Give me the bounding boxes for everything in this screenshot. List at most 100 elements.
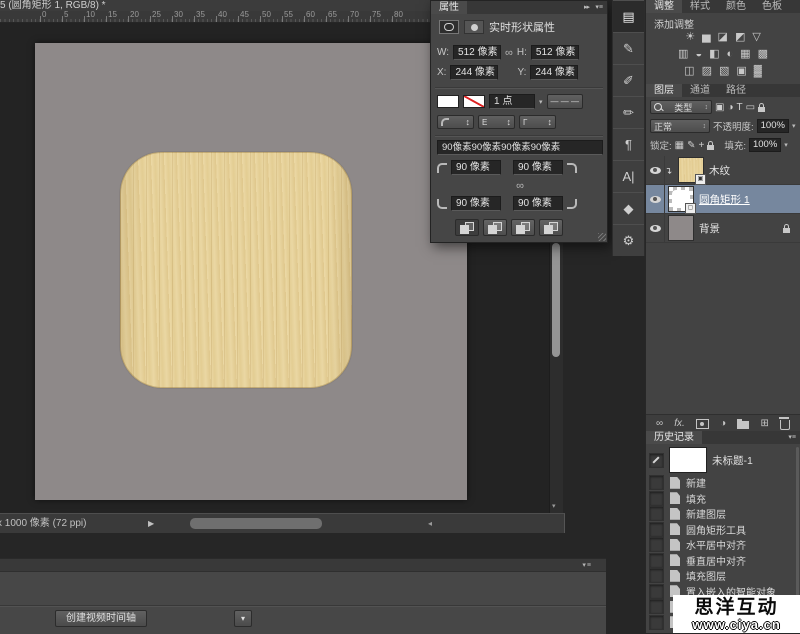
radius-summary-field[interactable]: 90像素90像素90像素90像素 xyxy=(437,140,603,155)
stroke-corners-dropdown[interactable]: Γ ↕ xyxy=(519,115,556,129)
history-source-checkbox[interactable] xyxy=(649,506,664,522)
panel-resize-grip[interactable] xyxy=(598,233,606,241)
tab-layers[interactable]: 图层 xyxy=(646,84,682,97)
height-field[interactable]: 512 像素 xyxy=(530,45,579,60)
layer-visibility-cell[interactable] xyxy=(646,185,665,213)
layer-thumbnail[interactable]: ▣ xyxy=(679,158,706,185)
selective-color-icon[interactable]: ▣ xyxy=(736,64,746,78)
tab-paths[interactable]: 路径 xyxy=(718,84,754,97)
filter-type-layers-icon[interactable]: T xyxy=(737,102,743,113)
color-balance-icon[interactable]: ◒ xyxy=(695,47,702,61)
paragraph-panel-icon[interactable]: ¶ xyxy=(613,128,644,160)
history-step-row[interactable]: 圆角矩形工具 xyxy=(646,521,800,538)
3d-panel-icon[interactable]: ◆ xyxy=(613,192,644,224)
x-field[interactable]: 244 像素 xyxy=(450,65,499,80)
width-field[interactable]: 512 像素 xyxy=(453,45,502,60)
create-video-timeline-button[interactable]: 创建视频时间轴 xyxy=(55,610,147,627)
opacity-value[interactable]: 100% xyxy=(756,119,789,133)
radius-bl-field[interactable]: 90 像素 xyxy=(451,196,501,211)
radius-tl-field[interactable]: 90 像素 xyxy=(451,160,501,175)
layer-row[interactable]: ↵ ▣ 木纹 xyxy=(646,156,800,185)
exposure-icon[interactable]: ◩ xyxy=(735,30,745,44)
history-brush-source-icon[interactable] xyxy=(649,452,664,468)
vertical-scrollbar-thumb[interactable] xyxy=(552,243,560,357)
threshold-icon[interactable]: ▧ xyxy=(719,64,729,78)
layer-visibility-cell[interactable] xyxy=(646,214,665,242)
history-source-checkbox[interactable] xyxy=(649,568,664,584)
history-step-row[interactable]: 填充 xyxy=(646,490,800,507)
timeline-panel-icon[interactable]: ⚙ xyxy=(613,224,644,256)
layer-thumbnail[interactable]: ▢ xyxy=(669,187,696,214)
history-source-checkbox[interactable] xyxy=(649,614,664,630)
curves-icon[interactable]: ◪ xyxy=(718,30,728,44)
levels-icon[interactable]: ▅ xyxy=(702,30,710,44)
radius-br-field[interactable]: 90 像素 xyxy=(513,196,563,211)
status-play-icon[interactable]: ▶ xyxy=(148,514,154,533)
history-step-row[interactable]: 水平居中对齐 xyxy=(646,537,800,553)
eye-icon[interactable] xyxy=(649,166,661,174)
pathfinder-subtract-button[interactable] xyxy=(511,219,535,236)
opacity-dropdown-icon[interactable]: ▾ xyxy=(792,122,796,130)
tab-styles[interactable]: 样式 xyxy=(682,0,718,13)
tool-presets-icon[interactable]: ✐ xyxy=(613,64,644,96)
layer-thumbnail[interactable] xyxy=(669,216,693,240)
character-panel-icon[interactable]: A| xyxy=(613,160,644,192)
history-menu-icon[interactable]: ▾≡ xyxy=(788,433,796,441)
photo-filter-icon[interactable]: ◐ xyxy=(727,47,734,61)
history-step-row[interactable]: 填充图层 xyxy=(646,568,800,584)
lock-all-icon[interactable] xyxy=(707,140,715,150)
pathfinder-combine-button[interactable] xyxy=(483,219,507,236)
gradient-map-icon[interactable]: ▓ xyxy=(754,64,762,78)
layer-style-fx-icon[interactable]: fx. xyxy=(674,415,685,433)
history-source-checkbox[interactable] xyxy=(649,490,664,506)
history-source-checkbox[interactable] xyxy=(649,552,664,568)
layer-visibility-cell[interactable] xyxy=(646,156,665,184)
tab-color[interactable]: 颜色 xyxy=(718,0,754,13)
vibrance-icon[interactable]: ▽ xyxy=(752,30,760,44)
invert-icon[interactable]: ◫ xyxy=(684,64,694,78)
history-source-checkbox[interactable] xyxy=(649,583,664,599)
link-radius-icon[interactable]: ∞ xyxy=(516,180,524,192)
mask-properties-icon[interactable] xyxy=(464,20,484,34)
document-canvas[interactable] xyxy=(35,43,467,500)
collapse-panel-icon[interactable]: ▸▸ xyxy=(584,3,590,11)
lock-pixels-icon[interactable]: ✎ xyxy=(687,140,695,151)
tab-swatches[interactable]: 色板 xyxy=(754,0,790,13)
delete-layer-icon[interactable] xyxy=(778,417,790,430)
layer-name[interactable]: 背景 xyxy=(699,221,720,236)
tab-channels[interactable]: 通道 xyxy=(682,84,718,97)
history-step-row[interactable]: 垂直居中对齐 xyxy=(646,552,800,569)
layer-row[interactable]: ▢ 圆角矩形 1 xyxy=(646,185,800,214)
wood-rounded-rectangle-shape[interactable] xyxy=(120,152,352,388)
link-wh-icon[interactable]: ∞ xyxy=(505,47,513,59)
layer-row[interactable]: 背景 xyxy=(646,214,800,243)
horizontal-scrollbar-thumb[interactable] xyxy=(190,518,322,529)
brush-presets-icon[interactable]: ✎ xyxy=(613,32,644,64)
new-layer-icon[interactable]: ⊞ xyxy=(760,415,768,433)
color-lookup-icon[interactable]: ▩ xyxy=(758,47,768,61)
posterize-icon[interactable]: ▨ xyxy=(702,64,712,78)
brightness-contrast-icon[interactable]: ☀ xyxy=(685,30,695,44)
history-step-row[interactable]: 新建 xyxy=(646,475,800,491)
link-layers-icon[interactable]: ∞ xyxy=(656,415,663,433)
shape-properties-icon[interactable] xyxy=(439,20,459,34)
channel-mixer-icon[interactable]: ▦ xyxy=(740,47,750,61)
stroke-caps-dropdown[interactable]: E ↕ xyxy=(478,115,515,129)
fill-color-swatch[interactable] xyxy=(437,95,459,108)
scroll-right-arrow-icon[interactable]: ◂ xyxy=(428,514,432,533)
properties-panel-icon[interactable]: ▤ xyxy=(613,0,644,32)
radius-tr-field[interactable]: 90 像素 xyxy=(513,160,563,175)
stroke-align-dropdown[interactable]: ↕ xyxy=(437,115,474,129)
new-group-icon[interactable] xyxy=(737,418,750,429)
history-snapshot-row[interactable]: 未标题-1 xyxy=(646,445,800,475)
new-adjustment-layer-icon[interactable]: ◑ xyxy=(720,415,726,433)
y-field[interactable]: 244 像素 xyxy=(530,65,579,80)
scroll-down-arrow-icon[interactable]: ▾ xyxy=(552,502,556,510)
lock-position-icon[interactable]: + xyxy=(698,140,704,151)
history-source-checkbox[interactable] xyxy=(649,475,664,491)
brush-panel-icon[interactable]: ✏ xyxy=(613,96,644,128)
tab-properties[interactable]: 属性 xyxy=(431,1,467,14)
timeline-menu-icon[interactable]: ▾≡ xyxy=(582,561,592,569)
filter-adjustment-layers-icon[interactable]: ◑ xyxy=(727,102,733,113)
stroke-color-swatch[interactable] xyxy=(463,95,485,108)
